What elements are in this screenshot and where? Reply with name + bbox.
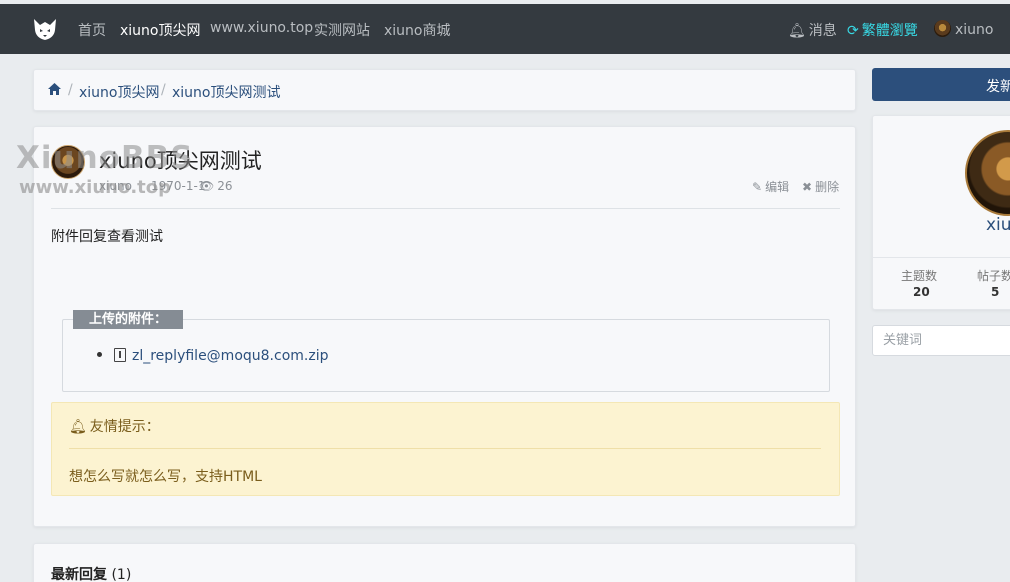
nav-forum[interactable]: xiuno顶尖网 bbox=[120, 20, 201, 40]
eye-icon: 👁︎ bbox=[199, 179, 215, 193]
replies-card: 最新回复 (1) bbox=[33, 543, 856, 582]
tip-divider bbox=[69, 448, 821, 449]
profile-username[interactable]: xiuno bbox=[986, 215, 1010, 235]
nav-traditional-label: 繁體瀏覽 bbox=[861, 23, 918, 39]
views-count: 26 bbox=[217, 179, 233, 193]
thread-body: 附件回复查看测试 bbox=[51, 229, 163, 245]
breadcrumb-thread[interactable]: xiuno顶尖网测试 bbox=[172, 82, 281, 102]
posts-value: 5 bbox=[991, 285, 1000, 299]
thread-views: 👁︎ 26 bbox=[199, 179, 233, 193]
nav-shop[interactable]: xiuno商城 bbox=[384, 20, 451, 40]
profile-card: xiuno 主题数 20 帖子数 5 bbox=[872, 115, 1010, 310]
profile-avatar[interactable] bbox=[965, 130, 1010, 216]
replies-title: 最新回复 bbox=[51, 567, 107, 582]
list-bullet bbox=[97, 352, 102, 357]
home-icon[interactable] bbox=[48, 83, 61, 95]
search-input[interactable] bbox=[872, 325, 1010, 356]
divider bbox=[873, 257, 1010, 258]
tip-title: 🔔︎ 友情提示： bbox=[69, 416, 160, 436]
delete-button[interactable]: ✖ 删除 bbox=[802, 178, 839, 195]
topics-label: 主题数 bbox=[901, 269, 938, 283]
watermark-url: www.xiuno.top bbox=[19, 177, 172, 198]
attachments-legend: 上传的附件： bbox=[73, 310, 184, 329]
edit-button[interactable]: ✎ 编辑 bbox=[752, 178, 789, 195]
posts-label: 帖子数 bbox=[977, 269, 1010, 283]
replies-count: (1) bbox=[111, 567, 132, 582]
watermark-title: XiunoBBS bbox=[16, 140, 194, 176]
file-download-icon bbox=[114, 348, 126, 362]
nav-user-menu[interactable]: xiuno bbox=[934, 20, 994, 38]
breadcrumb-separator: / bbox=[68, 82, 73, 98]
close-icon: ✖ bbox=[802, 180, 813, 194]
nav-username: xiuno bbox=[955, 22, 994, 38]
divider bbox=[51, 208, 840, 209]
bell-icon: 🔔︎ bbox=[788, 23, 806, 39]
nav-home[interactable]: 首页 bbox=[78, 20, 106, 40]
topics-value: 20 bbox=[913, 285, 930, 299]
nav-test-sites[interactable]: 实测网站 bbox=[314, 20, 370, 40]
refresh-icon: ⟳ bbox=[847, 23, 859, 39]
attachment-link[interactable]: zl_replyfile@moqu8.com.zip bbox=[132, 348, 328, 364]
tip-title-text: 友情提示： bbox=[89, 419, 160, 435]
edit-label: 编辑 bbox=[765, 180, 790, 194]
replies-header: 最新回复 (1) bbox=[51, 564, 131, 582]
logo-icon[interactable] bbox=[32, 16, 58, 42]
breadcrumb-forum[interactable]: xiuno顶尖网 bbox=[79, 82, 160, 102]
nav-traditional-toggle[interactable]: ⟳ 繁體瀏覽 bbox=[847, 20, 918, 40]
breadcrumb-separator: / bbox=[161, 82, 166, 98]
bell-icon: 🔔︎ bbox=[69, 419, 87, 435]
user-avatar bbox=[934, 20, 951, 37]
nav-site-link[interactable]: www.xiuno.top bbox=[210, 20, 313, 36]
breadcrumb: / xiuno顶尖网 / xiuno顶尖网测试 bbox=[33, 69, 856, 111]
tip-box: 🔔︎ 友情提示： 想怎么写就怎么写，支持HTML bbox=[51, 402, 840, 496]
edit-icon: ✎ bbox=[752, 180, 763, 194]
nav-messages-label: 消息 bbox=[808, 23, 837, 39]
top-navbar: 首页 xiuno顶尖网 www.xiuno.top 实测网站 xiuno商城 🔔… bbox=[0, 4, 1010, 54]
new-post-button[interactable]: 发新 bbox=[872, 68, 1010, 101]
nav-messages[interactable]: 🔔︎ 消息 bbox=[788, 20, 837, 40]
delete-label: 删除 bbox=[815, 180, 840, 194]
tip-body: 想怎么写就怎么写，支持HTML bbox=[69, 469, 262, 485]
new-post-label: 发新 bbox=[986, 79, 1010, 95]
